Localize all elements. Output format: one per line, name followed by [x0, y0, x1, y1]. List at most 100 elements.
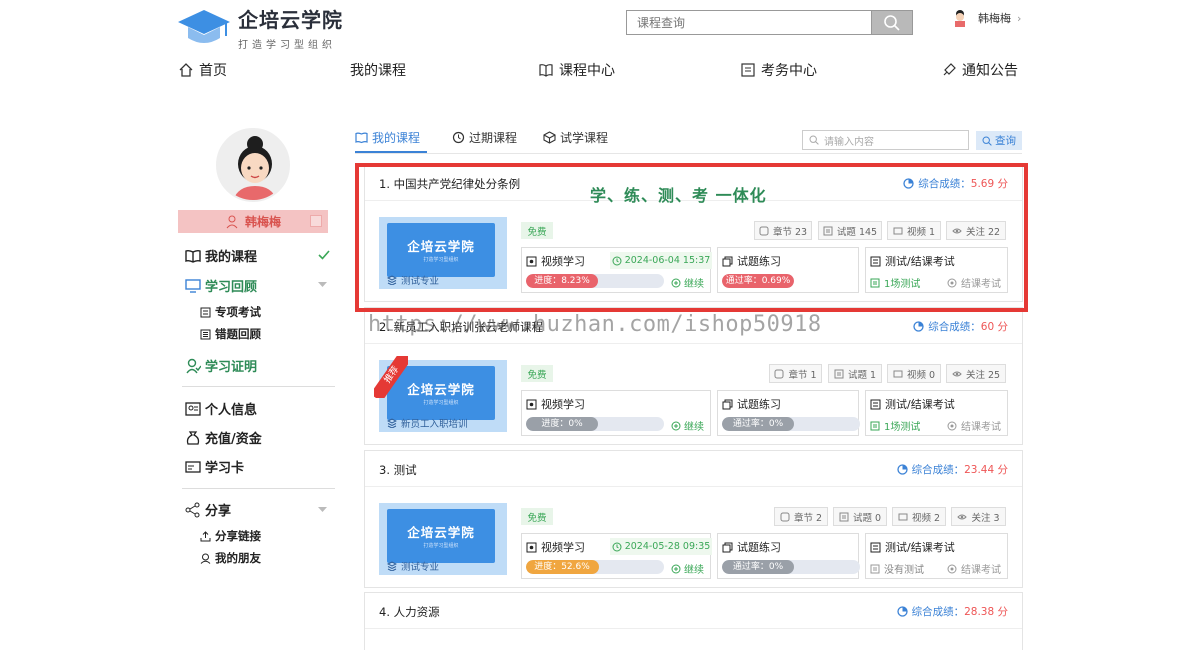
tab-expired-courses[interactable]: 过期课程	[452, 129, 517, 146]
recommend-ribbon: 推荐	[374, 356, 408, 398]
question-icon	[823, 226, 833, 235]
test-exam-box[interactable]: 测试/结课考试 1场测试 结课考试	[865, 390, 1008, 436]
videos-count: 视频 2	[892, 507, 946, 526]
nav-notices[interactable]: 通知公告	[941, 60, 1018, 80]
nav-exam-center[interactable]: 考务中心	[740, 60, 817, 80]
logo-subtitle: 打造学习型组织	[238, 40, 336, 51]
sidebar-subitem-wrong-questions[interactable]: 错题回顾	[200, 326, 261, 342]
videos-count: 视频 0	[887, 364, 941, 383]
course-title[interactable]: 1. 中国共产党纪律处分条例	[379, 176, 520, 192]
sidebar-subitem-special-exam[interactable]: 专项考试	[200, 304, 261, 320]
exercise-box[interactable]: 试题练习 通过率：0%	[717, 390, 860, 436]
course-card-header: 2. 新员工入职培训张云老师课程 综合成绩： 60 分	[365, 308, 1022, 344]
continue-button[interactable]: 继续	[671, 418, 704, 433]
user-menu[interactable]: 韩梅梅 ›	[952, 9, 1021, 27]
header-search	[626, 10, 913, 35]
follows-count[interactable]: 关注 22	[946, 221, 1006, 240]
follows-count[interactable]: 关注 25	[946, 364, 1006, 383]
layers-icon	[387, 561, 397, 571]
video-study-box: 视频学习 进度：0% 继续	[521, 390, 711, 436]
follows-count[interactable]: 关注 3	[951, 507, 1006, 526]
course-score: 综合成绩： 60 分	[913, 319, 1008, 334]
test-exam-box[interactable]: 测试/结课考试 1场测试 结课考试	[865, 247, 1008, 293]
sidebar-subitem-share-link[interactable]: 分享链接	[200, 528, 261, 544]
tests-count: 1场测试	[870, 275, 920, 290]
course-title[interactable]: 3. 测试	[379, 462, 417, 478]
end-exam-button[interactable]: 结课考试	[947, 275, 1001, 290]
target-icon	[947, 278, 957, 287]
last-study-date: 2024-06-04 15:37	[610, 252, 712, 269]
chapters-count: 章节 2	[774, 507, 828, 526]
content-search-input[interactable]: 请输入内容	[802, 130, 969, 150]
exercise-box[interactable]: 试题练习 通过率：0%	[717, 533, 860, 579]
layers-icon	[387, 418, 397, 428]
document-icon	[870, 564, 880, 573]
clock-icon	[612, 542, 622, 551]
pie-chart-icon	[896, 606, 908, 617]
sidebar-item-recharge[interactable]: 充值/资金	[185, 428, 262, 447]
sidebar-item-share[interactable]: 分享	[185, 500, 231, 519]
eye-icon	[952, 228, 962, 233]
course-search-input[interactable]	[626, 10, 871, 35]
avatar-illustration	[218, 130, 288, 200]
free-badge: 免费	[521, 365, 553, 382]
video-icon	[526, 542, 537, 552]
search-button[interactable]	[871, 10, 913, 35]
sidebar-item-personal-info[interactable]: 个人信息	[185, 399, 257, 418]
video-icon	[898, 513, 908, 520]
tests-count: 没有测试	[870, 561, 924, 576]
copy-icon	[722, 256, 733, 266]
end-exam-button[interactable]: 结课考试	[947, 561, 1001, 576]
course-thumbnail[interactable]: 企培云学院 打造学习型组织 测试专业	[379, 217, 507, 289]
exercise-box[interactable]: 试题练习 通过率：0.69%	[717, 247, 859, 293]
sidebar-item-study-card[interactable]: 学习卡	[185, 457, 244, 476]
tab-trial-courses[interactable]: 试学课程	[543, 129, 608, 146]
profile-name-bar: 韩梅梅	[178, 210, 328, 233]
continue-button[interactable]: 继续	[671, 561, 704, 576]
chapters-count: 章节 1	[769, 364, 822, 383]
copy-icon	[722, 399, 733, 409]
course-title[interactable]: 2. 新员工入职培训张云老师课程	[379, 319, 543, 335]
nav-home[interactable]: 首页	[178, 60, 227, 80]
course-score: 综合成绩： 28.38 分	[896, 604, 1008, 619]
chevron-down-icon[interactable]	[318, 282, 327, 288]
layers-icon	[387, 275, 397, 285]
profile-avatar[interactable]	[216, 128, 290, 202]
pie-chart-icon	[913, 321, 924, 332]
copy-icon	[722, 542, 733, 552]
question-icon	[839, 512, 849, 521]
chapters-count: 章节 23	[754, 221, 812, 240]
chevron-down-icon[interactable]	[318, 507, 327, 513]
document-icon	[870, 399, 881, 409]
clock-icon	[452, 131, 465, 144]
tab-my-courses[interactable]: 我的课程	[355, 129, 420, 146]
edit-profile-icon[interactable]	[310, 215, 322, 227]
logo-title: 企培云学院	[238, 8, 343, 32]
course-thumbnail[interactable]: 企培云学院 打造学习型组织 测试专业	[379, 503, 507, 575]
document-icon	[870, 421, 880, 430]
logo[interactable]: 企培云学院 打造学习型组织	[176, 4, 343, 51]
continue-button[interactable]: 继续	[671, 275, 704, 290]
document-icon	[870, 256, 881, 266]
end-exam-button[interactable]: 结课考试	[947, 418, 1001, 433]
questions-count: 试题 1	[828, 364, 882, 383]
search-icon	[884, 14, 900, 31]
content-search-button[interactable]: 查询	[976, 131, 1022, 150]
search-icon	[809, 135, 819, 145]
questions-count: 试题 0	[833, 507, 887, 526]
nav-course-center[interactable]: 课程中心	[538, 60, 615, 80]
test-exam-box[interactable]: 测试/结课考试 没有测试 结课考试	[865, 533, 1008, 579]
plus-circle-icon	[671, 564, 681, 573]
sidebar-item-certificate[interactable]: 学习证明	[185, 356, 257, 375]
nav-my-courses[interactable]: 我的课程	[350, 60, 406, 80]
course-category: 新员工入职培训	[387, 416, 468, 430]
sidebar-item-study-review[interactable]: 学习回顾	[185, 276, 257, 295]
sidebar-item-my-courses[interactable]: 我的课程	[185, 246, 257, 265]
money-bag-icon	[186, 430, 200, 445]
card-icon	[185, 460, 201, 473]
video-progress-bar: 进度：0%	[526, 417, 664, 431]
course-card: 3. 测试 综合成绩： 23.44 分 企培云学院 打造学习型组织 测试专业 免费 …	[364, 450, 1023, 588]
sidebar-subitem-friends[interactable]: 我的朋友	[200, 550, 261, 566]
document-icon	[200, 307, 211, 317]
course-title[interactable]: 4. 人力资源	[379, 604, 440, 620]
